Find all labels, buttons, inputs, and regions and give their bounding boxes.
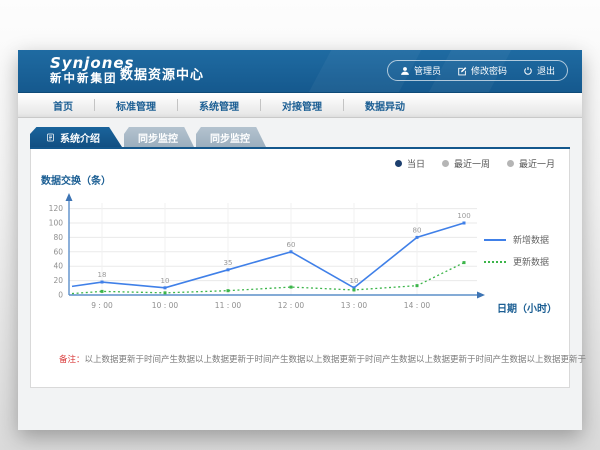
svg-text:10: 10 [350, 277, 359, 285]
chart-legend: 新增数据更新数据 [484, 233, 549, 268]
filter-label: 当日 [407, 157, 425, 170]
legend-label: 更新数据 [513, 255, 549, 268]
svg-text:120: 120 [49, 204, 64, 213]
svg-text:10: 10 [161, 277, 170, 285]
filter-option-0[interactable]: 当日 [395, 157, 425, 170]
power-icon [523, 66, 533, 76]
legend-line-sample [484, 261, 506, 263]
footnote-label: 备注： [59, 355, 85, 365]
legend-line-sample [484, 239, 506, 241]
tab-label: 同步监控 [138, 130, 178, 145]
page-title: 数据资源中心 [120, 64, 204, 83]
svg-text:60: 60 [287, 241, 296, 249]
svg-text:14 : 00: 14 : 00 [404, 301, 431, 310]
filter-option-2[interactable]: 最近一月 [507, 157, 555, 170]
nav-item-3[interactable]: 对接管理 [261, 98, 343, 113]
svg-text:100: 100 [49, 219, 64, 228]
svg-text:100: 100 [457, 212, 470, 220]
user-action-account[interactable]: 管理员 [400, 64, 441, 77]
svg-text:9 : 00: 9 : 00 [91, 301, 113, 310]
svg-text:18: 18 [98, 271, 107, 279]
nav-item-1[interactable]: 标准管理 [95, 98, 177, 113]
nav-item-4[interactable]: 数据异动 [344, 98, 426, 113]
filter-label: 最近一月 [519, 157, 555, 170]
tab-1[interactable]: 同步监控 [124, 127, 194, 147]
nav-item-0[interactable]: 首页 [32, 98, 94, 113]
radio-dot-icon [507, 160, 514, 167]
svg-text:11 : 00: 11 : 00 [215, 301, 242, 310]
svg-text:10 : 00: 10 : 00 [152, 301, 179, 310]
radio-dot-icon [395, 160, 402, 167]
footnote: 备注：以上数据更新于时间产生数据以上数据更新于时间产生数据以上数据更新于时间产生… [59, 353, 586, 365]
legend-item-1: 更新数据 [484, 255, 549, 268]
filter-option-1[interactable]: 最近一周 [442, 157, 490, 170]
filter-label: 最近一周 [454, 157, 490, 170]
footnote-text: 以上数据更新于时间产生数据以上数据更新于时间产生数据以上数据更新于时间产生数据以… [85, 355, 587, 365]
doc-icon [46, 133, 55, 142]
user-action-logout[interactable]: 退出 [523, 64, 555, 77]
svg-text:80: 80 [413, 226, 422, 234]
page: Synjones 新中新集团 数据资源中心 管理员修改密码退出 首页标准管理系统… [18, 50, 582, 430]
x-axis-title: 日期（小时） [497, 300, 557, 315]
svg-text:20: 20 [53, 276, 63, 285]
tab-label: 同步监控 [210, 130, 250, 145]
svg-text:12 : 00: 12 : 00 [278, 301, 305, 310]
range-filter-group: 当日 最近一周 最近一月 [395, 157, 555, 170]
y-axis-title: 数据交换（条） [41, 172, 111, 187]
legend-item-0: 新增数据 [484, 233, 549, 246]
content-panel: 当日 最近一周 最近一月 数据交换（条） 0 20 40 60 80 100 120 9 : 00… [30, 149, 570, 388]
tab-2[interactable]: 同步监控 [196, 127, 266, 147]
content-wrap: 系统介绍 同步监控 同步监控 当日 最近一周 最近一月 数据交换（条） 0 20 40 60 8… [30, 118, 570, 388]
user-action-label: 管理员 [414, 64, 441, 77]
svg-text:35: 35 [224, 259, 233, 267]
legend-label: 新增数据 [513, 233, 549, 246]
radio-dot-icon [442, 160, 449, 167]
main-nav: 首页标准管理系统管理对接管理数据异动 [18, 93, 582, 118]
edit-icon [457, 66, 467, 76]
user-action-label: 修改密码 [471, 64, 507, 77]
user-icon [400, 66, 410, 76]
tab-0[interactable]: 系统介绍 [30, 127, 122, 147]
app-header: Synjones 新中新集团 数据资源中心 管理员修改密码退出 [18, 50, 582, 93]
svg-text:13 : 00: 13 : 00 [341, 301, 368, 310]
tab-label: 系统介绍 [60, 130, 100, 145]
app-window: Synjones 新中新集团 数据资源中心 管理员修改密码退出 首页标准管理系统… [0, 0, 600, 450]
user-action-label: 退出 [537, 64, 555, 77]
svg-text:0: 0 [58, 291, 63, 300]
svg-text:60: 60 [53, 247, 63, 256]
svg-text:40: 40 [53, 262, 63, 271]
svg-text:80: 80 [53, 233, 63, 242]
user-action-change-password[interactable]: 修改密码 [457, 64, 507, 77]
tab-bar: 系统介绍 同步监控 同步监控 [30, 118, 570, 149]
nav-item-2[interactable]: 系统管理 [178, 98, 260, 113]
line-chart: 0 20 40 60 80 100 120 9 : 00 10 : 00 11 : 00 12 : … [39, 191, 509, 341]
user-actions-group: 管理员 修改密码 退出 [387, 60, 568, 81]
